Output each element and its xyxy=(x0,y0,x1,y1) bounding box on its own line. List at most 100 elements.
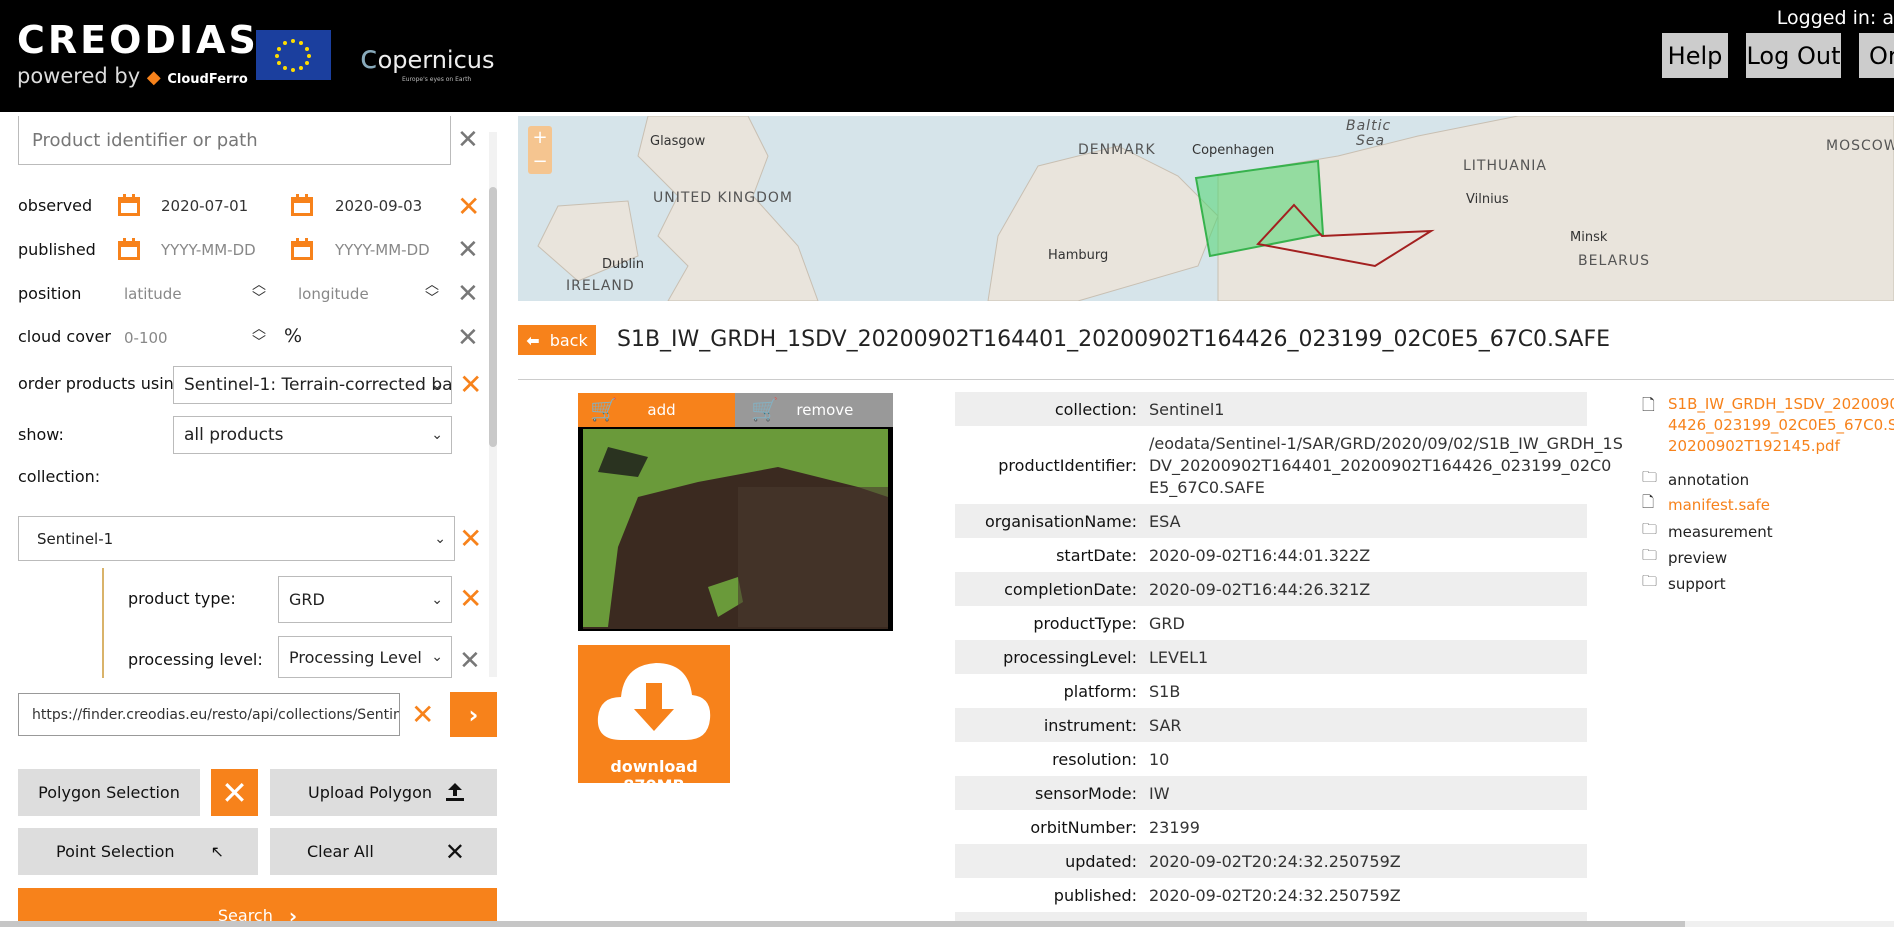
meta-value: DV_20200902T164401_20200902T164426_02319… xyxy=(1149,456,1612,475)
map-label: UNITED KINGDOM xyxy=(653,190,793,206)
clear-published-icon[interactable]: ✕ xyxy=(457,237,479,263)
folder-label: support xyxy=(1668,574,1726,593)
latitude-stepper-icon[interactable]: ︿ ﹀ xyxy=(252,278,266,306)
table-row: productType: GRD xyxy=(955,606,1587,640)
point-selection-button[interactable]: Point Selection ↖ xyxy=(18,828,258,875)
meta-key: processingLevel: xyxy=(1003,648,1137,667)
order-products-select[interactable]: Sentinel-1: Terrain-corrected back ⌄ xyxy=(173,366,452,404)
download-button[interactable]: download 870MB xyxy=(578,645,730,795)
clear-processing-icon[interactable]: ✕ xyxy=(459,648,481,674)
api-url-value: https://finder.creodias.eu/resto/api/col… xyxy=(32,707,400,723)
product-type-label: product type: xyxy=(128,589,236,608)
cloud-stepper-icon[interactable]: ︿ ﹀ xyxy=(252,322,266,350)
meta-key: published: xyxy=(1053,886,1137,905)
calendar-icon[interactable] xyxy=(290,237,314,261)
folder-icon: 🗀 xyxy=(1642,468,1658,486)
show-select[interactable]: all products ⌄ xyxy=(173,416,452,454)
meta-value: S1B xyxy=(1149,682,1181,701)
meta-value: ESA xyxy=(1149,512,1181,531)
longitude-stepper-icon[interactable]: ︿ ﹀ xyxy=(425,278,439,306)
map-view[interactable]: + − UNITED KINGDOM IRELAND DENMARK LITHU… xyxy=(518,116,1894,301)
file-label: manifest.safe xyxy=(1668,495,1770,514)
pdf-file-name: 4426_023199_02C0E5_67C0.S xyxy=(1668,416,1894,434)
zoom-out-button[interactable]: − xyxy=(528,150,552,174)
show-value: all products xyxy=(184,425,284,445)
folder-label: preview xyxy=(1668,548,1728,567)
panel-scrollbar-thumb[interactable] xyxy=(489,187,497,447)
meta-value: 2020-09-02T16:44:01.322Z xyxy=(1149,546,1371,565)
clear-product-icon[interactable]: ✕ xyxy=(457,127,479,153)
folder-annotation[interactable]: 🗀 annotation xyxy=(1642,467,1749,492)
pdf-file-link[interactable]: 🗋 S1B_IW_GRDH_1SDV_2020090 4426_023199_0… xyxy=(1642,394,1894,457)
product-identifier-input[interactable]: Product identifier or path xyxy=(18,116,451,165)
polygon-selection-button[interactable]: Polygon Selection xyxy=(18,769,200,816)
table-row: instrument: SAR xyxy=(955,708,1587,742)
meta-key: productIdentifier: xyxy=(998,456,1137,475)
latitude-input[interactable]: latitude xyxy=(124,285,182,303)
logout-button[interactable]: Log Out xyxy=(1746,33,1841,78)
clear-product-type-icon[interactable]: ✕ xyxy=(459,585,482,613)
run-url-button[interactable]: › xyxy=(450,692,497,737)
map-city: Vilnius xyxy=(1466,192,1509,207)
map-zoom-control: + − xyxy=(528,126,552,174)
meta-value: E5_67C0.SAFE xyxy=(1149,478,1265,497)
published-to-input[interactable]: YYYY-MM-DD xyxy=(335,241,430,259)
order-products-value: Sentinel-1: Terrain-corrected back xyxy=(184,375,452,395)
folder-measurement[interactable]: 🗀 measurement xyxy=(1642,519,1773,544)
pdf-file-name: 20200902T192145.pdf xyxy=(1668,437,1840,455)
pdf-file-name: S1B_IW_GRDH_1SDV_2020090 xyxy=(1668,395,1894,413)
calendar-icon[interactable] xyxy=(117,237,141,261)
folder-icon: 🗀 xyxy=(1642,546,1658,564)
meta-value: 2020-09-02T16:44:26.321Z xyxy=(1149,580,1371,599)
product-type-select[interactable]: GRD ⌄ xyxy=(278,576,452,623)
calendar-icon[interactable] xyxy=(117,193,141,217)
chevron-down-icon: ⌄ xyxy=(431,591,443,608)
processing-level-select[interactable]: Processing Level ⌄ xyxy=(278,636,452,678)
folder-support[interactable]: 🗀 support xyxy=(1642,571,1726,596)
product-title: S1B_IW_GRDH_1SDV_20200902T164401_2020090… xyxy=(617,327,1611,352)
clear-position-icon[interactable]: ✕ xyxy=(457,281,479,307)
collection-select[interactable]: Sentinel-1 ⌄ xyxy=(18,516,455,561)
back-button[interactable]: ⬅ back xyxy=(518,325,596,355)
cloud-cover-input[interactable]: 0-100 xyxy=(124,329,168,347)
table-row: orbitNumber: 23199 xyxy=(955,810,1587,844)
observed-label: observed xyxy=(18,196,93,215)
close-icon: ✕ xyxy=(444,838,465,866)
clear-cloud-icon[interactable]: ✕ xyxy=(457,325,479,351)
observed-from-input[interactable]: 2020-07-01 xyxy=(161,197,248,215)
help-button[interactable]: Help xyxy=(1662,33,1728,78)
clear-collection-icon[interactable]: ✕ xyxy=(459,525,482,553)
copernicus-logo: copernicus Europe's eyes on Earth xyxy=(360,38,495,83)
clear-url-icon[interactable]: ✕ xyxy=(411,701,434,729)
cancel-polygon-button[interactable]: ✕ xyxy=(211,769,258,816)
map-city: Dublin xyxy=(602,257,644,272)
extra-header-button[interactable]: Or xyxy=(1859,33,1894,78)
meta-key: productType: xyxy=(1033,614,1137,633)
manifest-file-link[interactable]: 🗋 manifest.safe xyxy=(1642,492,1770,517)
table-row: collection: Sentinel1 xyxy=(955,392,1587,426)
clear-all-button[interactable]: Clear All ✕ xyxy=(270,828,497,875)
upload-polygon-button[interactable]: Upload Polygon xyxy=(270,769,497,816)
product-quicklook xyxy=(578,427,893,631)
powered-by-label: powered by xyxy=(17,64,141,88)
add-to-cart-button[interactable]: 🛒 add xyxy=(578,393,735,427)
file-icon: 🗋 xyxy=(1642,395,1655,414)
longitude-input[interactable]: longitude xyxy=(298,285,369,303)
creodias-logo[interactable]: CREODIAS xyxy=(17,18,259,62)
api-url-input[interactable]: https://finder.creodias.eu/resto/api/col… xyxy=(18,693,400,736)
observed-to-input[interactable]: 2020-09-03 xyxy=(335,197,422,215)
zoom-in-button[interactable]: + xyxy=(528,126,552,150)
horizontal-scrollbar-thumb[interactable] xyxy=(0,921,1685,927)
position-label: position xyxy=(18,284,82,303)
clear-order-icon[interactable]: ✕ xyxy=(459,371,482,399)
panel-scrollbar[interactable] xyxy=(489,132,497,677)
calendar-icon[interactable] xyxy=(290,193,314,217)
horizontal-scrollbar[interactable] xyxy=(0,921,1894,927)
cloud-cover-label: cloud cover xyxy=(18,327,111,346)
clear-observed-icon[interactable]: ✕ xyxy=(457,193,480,221)
published-from-input[interactable]: YYYY-MM-DD xyxy=(161,241,256,259)
remove-from-cart-button[interactable]: 🛒 remove xyxy=(735,393,893,427)
folder-label: annotation xyxy=(1668,470,1750,489)
folder-preview[interactable]: 🗀 preview xyxy=(1642,545,1727,570)
table-row: sensorMode: IW xyxy=(955,776,1587,810)
